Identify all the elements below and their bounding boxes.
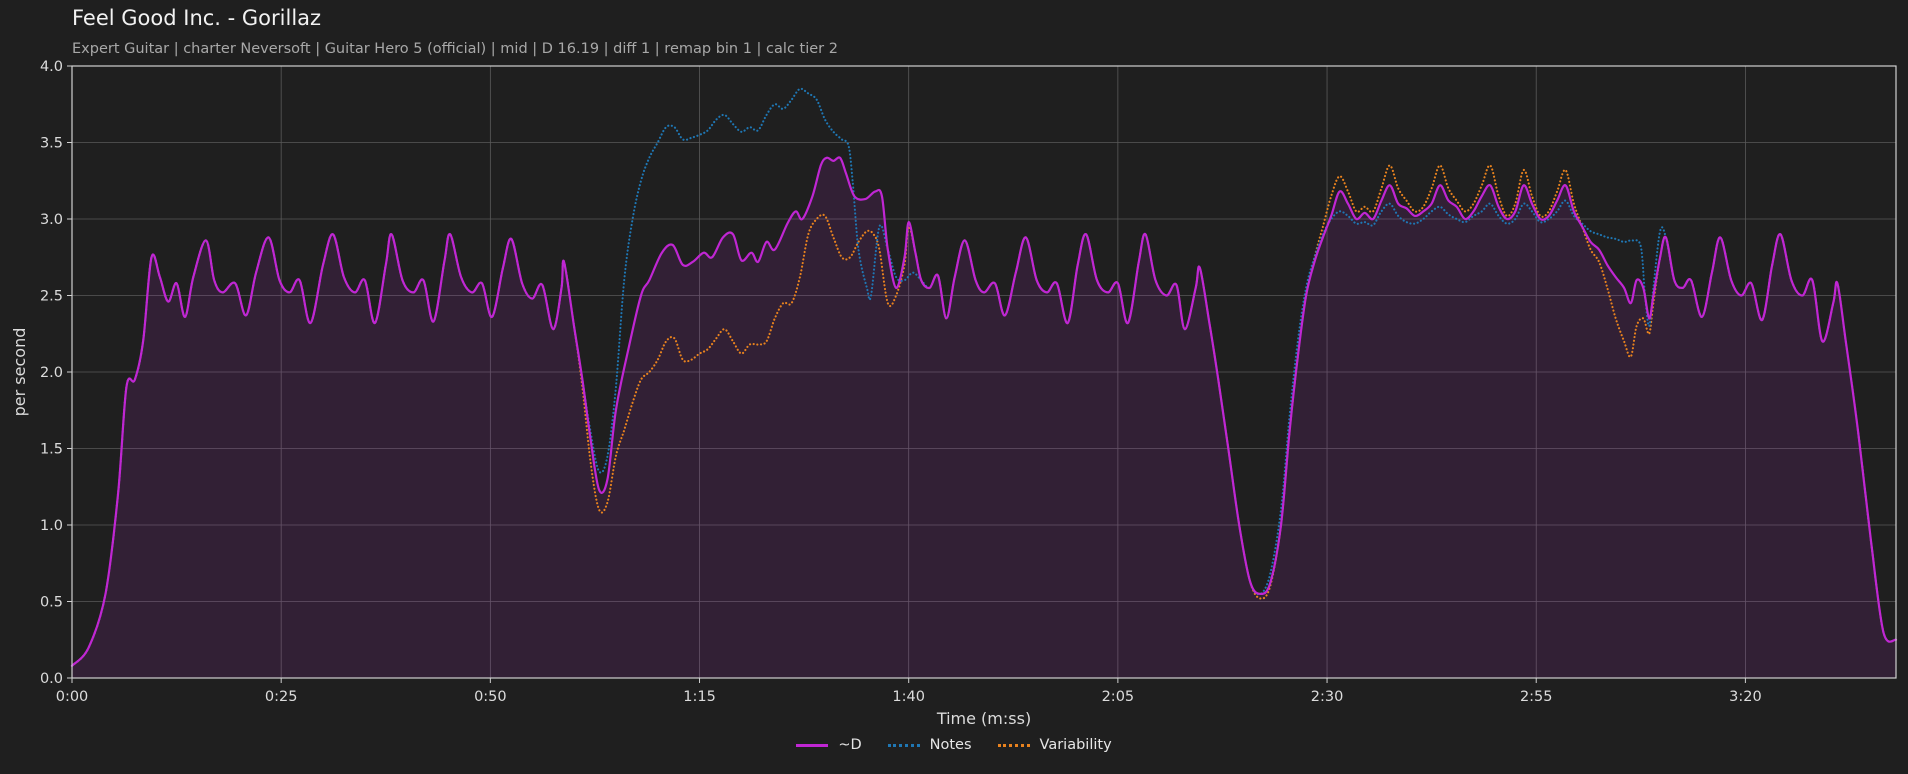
- y-tick-label: 0.0: [40, 671, 63, 687]
- legend-item-variability: Variability: [997, 737, 1112, 753]
- x-tick-label: 0:25: [265, 689, 298, 705]
- x-tick-label: 2:30: [1311, 689, 1344, 705]
- y-tick-label: 1.5: [40, 442, 63, 458]
- x-tick-label: 1:40: [892, 689, 925, 705]
- x-axis-label: Time (m:ss): [936, 709, 1031, 728]
- y-tick-label: 0.5: [40, 595, 63, 611]
- legend-item-notes: Notes: [887, 737, 972, 753]
- y-axis-label: per second: [10, 328, 29, 417]
- x-tick-label: 0:50: [474, 689, 507, 705]
- series-d-area: [72, 157, 1896, 678]
- legend: ~D Notes Variability: [0, 737, 1908, 753]
- y-tick-label: 2.5: [40, 289, 63, 305]
- x-tick-label: 2:05: [1102, 689, 1135, 705]
- x-tick-label: 2:55: [1520, 689, 1553, 705]
- y-tick-label: 1.0: [40, 518, 63, 534]
- legend-swatch-variability: [997, 743, 1030, 747]
- y-tick-label: 4.0: [40, 59, 63, 75]
- legend-item-d: ~D: [796, 737, 862, 753]
- area-fill: [72, 157, 1896, 678]
- line-chart: 0:00 0:25 0:50 1:15 1:40 2:05 2:30 2:55 3:20 0.0 0…: [10, 59, 1898, 728]
- y-tick-label: 3.0: [40, 212, 63, 228]
- y-tick-label: 3.5: [40, 136, 63, 152]
- x-tick-label: 1:15: [683, 689, 716, 705]
- legend-swatch-d: [796, 743, 829, 747]
- x-tick-label: 3:20: [1729, 689, 1762, 705]
- y-tick-label: 2.0: [40, 365, 63, 381]
- legend-label-variability: Variability: [1039, 737, 1112, 753]
- x-tick-label: 0:00: [56, 689, 89, 705]
- legend-label-d: ~D: [838, 737, 862, 753]
- legend-swatch-notes: [887, 743, 920, 747]
- legend-label-notes: Notes: [929, 737, 972, 753]
